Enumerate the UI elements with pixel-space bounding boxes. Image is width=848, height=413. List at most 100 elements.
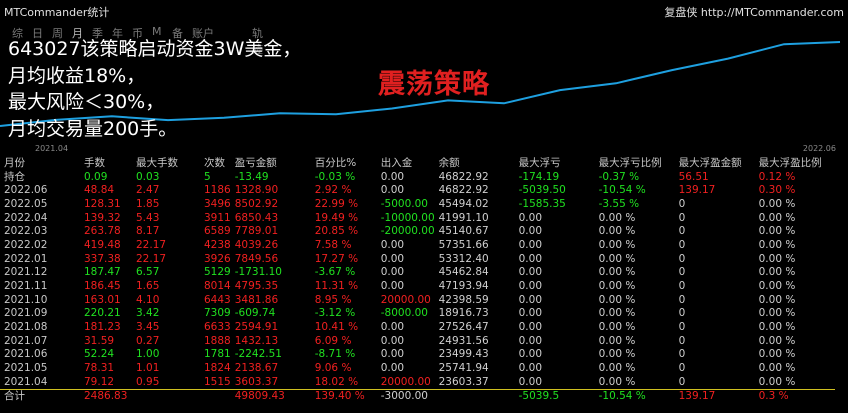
table-cell: 1781 bbox=[204, 348, 231, 361]
table-cell: -5000.00 bbox=[380, 197, 428, 210]
table-cell: 1.00 bbox=[136, 348, 160, 361]
table-row[interactable]: 2021.12 187.47 6.57 5129 -1731.10 -3.67 % 0.00… bbox=[0, 266, 835, 280]
table-row[interactable]: 2021.09 220.21 3.42 7309 -609.74 -3.12 % -8000… bbox=[0, 307, 835, 321]
table-row[interactable]: 2021.10 163.01 4.10 6443 3481.86 8.95 % 20000.… bbox=[0, 294, 835, 308]
table-cell: 6.09 % bbox=[314, 334, 352, 347]
table-cell: 0.00 % bbox=[758, 197, 796, 210]
table-cell: 0.30 % bbox=[758, 184, 796, 197]
chart-end-date: 2022.06 bbox=[802, 144, 836, 153]
column-header[interactable]: 月份 bbox=[0, 157, 80, 171]
table-cell: 56.51 bbox=[678, 170, 709, 183]
table-cell: 8.95 % bbox=[314, 293, 352, 306]
column-header[interactable]: 手数 bbox=[80, 157, 132, 171]
monthly-stats-table-area: 月份 手数 最大手数 次数 盈亏金额 百分比% 出入金 余额 最大浮亏 最大浮亏比例 最大浮盈金额最… bbox=[0, 157, 848, 413]
column-header[interactable]: 最大浮亏 bbox=[515, 157, 595, 171]
column-header[interactable]: 最大手数 bbox=[132, 157, 200, 171]
table-cell: 8.17 bbox=[136, 225, 160, 238]
table-cell: 22.17 bbox=[136, 238, 167, 251]
table-cell: 6633 bbox=[204, 320, 231, 333]
table-cell: -2242.51 bbox=[234, 348, 282, 361]
table-cell: 0.00 % bbox=[598, 225, 636, 238]
table-row[interactable]: 2021.07 31.59 0.27 1888 1432.13 6.09 % 0.00 249… bbox=[0, 335, 835, 349]
table-cell: 3926 bbox=[204, 252, 231, 265]
table-cell: 6.57 bbox=[136, 266, 160, 279]
table-cell: 3496 bbox=[204, 197, 231, 210]
strategy-description: 643027该策略启动资金3W美金， 月均收益18%， 最大风险＜30%， 月均… bbox=[8, 36, 301, 142]
table-cell: 0.00 bbox=[518, 225, 543, 238]
table-cell: -20000.00 bbox=[380, 225, 435, 238]
table-row[interactable]: 2022.02 419.48 22.17 4238 4039.26 7.58 % 0.00 5… bbox=[0, 239, 835, 253]
table-row[interactable]: 2021.11 186.45 1.65 8014 4795.35 11.31 % 0.00 4… bbox=[0, 280, 835, 294]
table-cell: 0.00 bbox=[380, 334, 405, 347]
table-cell: 0.00 % bbox=[598, 211, 636, 224]
table-cell: -5039.50 bbox=[518, 184, 566, 197]
table-cell: 7849.56 bbox=[234, 252, 279, 265]
table-row[interactable]: 2022.04 139.32 5.43 3911 6850.43 19.49 % -1000… bbox=[0, 212, 835, 226]
table-cell: 1432.13 bbox=[234, 334, 279, 347]
table-cell: 2021.11 bbox=[4, 279, 48, 292]
description-line-3: 最大风险＜30%， bbox=[8, 91, 165, 113]
table-cell: 18916.73 bbox=[438, 307, 489, 320]
table-cell: 8502.92 bbox=[234, 197, 279, 210]
total-cell: 合计 bbox=[0, 389, 80, 404]
table-cell: 6443 bbox=[204, 293, 231, 306]
table-cell: 46822.92 bbox=[438, 170, 489, 183]
table-cell: 79.12 bbox=[84, 375, 115, 388]
table-cell: 0.00 % bbox=[758, 361, 796, 374]
table-row[interactable]: 2022.01 337.38 22.17 3926 7849.56 17.27 % 0.00… bbox=[0, 253, 835, 267]
table-cell: -3.55 % bbox=[598, 197, 640, 210]
column-header[interactable]: 盈亏金额 bbox=[231, 157, 311, 171]
column-header[interactable]: 最大浮盈金额 bbox=[675, 157, 755, 171]
table-cell: 0.00 bbox=[518, 320, 543, 333]
total-cell: 49809.43 bbox=[230, 389, 311, 404]
site-link[interactable]: 复盘侠 http://MTCommander.com bbox=[664, 4, 844, 20]
table-cell: 0.00 bbox=[518, 361, 543, 374]
table-cell: 0.00 bbox=[518, 307, 543, 320]
table-cell: 0 bbox=[678, 375, 686, 388]
table-cell: 31.59 bbox=[84, 334, 115, 347]
table-cell: 24931.56 bbox=[438, 334, 489, 347]
table-cell: 0.00 bbox=[380, 320, 405, 333]
table-total-row[interactable]: 合计 2486.83 49809.43 139.40 % -3000.00 -5039.5… bbox=[0, 389, 835, 404]
table-cell: 0.00 % bbox=[598, 252, 636, 265]
table-cell: -609.74 bbox=[234, 307, 276, 320]
table-cell: 0.00 % bbox=[598, 361, 636, 374]
column-header[interactable]: 出入金 bbox=[377, 157, 435, 171]
table-cell: 0.00 % bbox=[598, 307, 636, 320]
table-cell: 6589 bbox=[204, 225, 231, 238]
table-row[interactable]: 2021.06 52.24 1.00 1781 -2242.51 -8.71 % 0.00 2… bbox=[0, 348, 835, 362]
table-cell: 0 bbox=[678, 361, 686, 374]
table-row[interactable]: 2021.08 181.23 3.45 6633 2594.91 10.41 % 0.00 2… bbox=[0, 321, 835, 335]
table-cell: 4795.35 bbox=[234, 279, 279, 292]
table-cell: 0.00 % bbox=[758, 348, 796, 361]
column-header[interactable]: 百分比% bbox=[311, 157, 377, 171]
table-cell: 0.95 bbox=[136, 375, 160, 388]
table-row[interactable]: 持仓 0.09 0.03 5 -13.49 -0.03 % 0.00 46822.92 -174… bbox=[0, 171, 835, 185]
table-cell: -1731.10 bbox=[234, 266, 282, 279]
table-cell: 0 bbox=[678, 252, 686, 265]
table-cell: 10.41 % bbox=[314, 320, 359, 333]
table-cell: 0.00 % bbox=[758, 320, 796, 333]
table-row[interactable]: 2021.05 78.31 1.01 1824 2138.67 9.06 % 0.00 257… bbox=[0, 362, 835, 376]
table-cell: 0.00 bbox=[518, 375, 543, 388]
column-header[interactable]: 余额 bbox=[435, 157, 515, 171]
table-cell: 2021.04 bbox=[4, 375, 48, 388]
table-cell: 6850.43 bbox=[234, 211, 279, 224]
table-cell: 0 bbox=[678, 211, 686, 224]
column-header[interactable]: 最大浮亏比例 bbox=[595, 157, 675, 171]
table-row[interactable]: 2022.06 48.84 2.47 1186 1328.90 2.92 % 0.00 468… bbox=[0, 184, 835, 198]
table-cell: 0 bbox=[678, 197, 686, 210]
table-cell: 0.00 % bbox=[598, 320, 636, 333]
table-cell: 1186 bbox=[204, 184, 231, 197]
equity-chart: 综日周月季年币 M 备账户 轨迹 643027该策略启动资金3W美金， 月均收益18%… bbox=[0, 22, 848, 155]
table-cell: 0 bbox=[678, 348, 686, 361]
table-cell: 0.00 bbox=[380, 238, 405, 251]
table-cell: 2021.09 bbox=[4, 307, 48, 320]
table-row[interactable]: 2022.03 263.78 8.17 6589 7789.01 20.85 % -2000… bbox=[0, 225, 835, 239]
table-cell: 3911 bbox=[204, 211, 231, 224]
table-row[interactable]: 2022.05 128.31 1.85 3496 8502.92 22.99 % -5000… bbox=[0, 198, 835, 212]
column-header[interactable]: 最大浮盈比例 bbox=[755, 157, 835, 171]
table-cell: 0.00 % bbox=[758, 293, 796, 306]
table-row[interactable]: 2021.04 79.12 0.95 1515 3603.37 18.02 % 20000.… bbox=[0, 376, 835, 390]
column-header[interactable]: 次数 bbox=[200, 157, 231, 171]
